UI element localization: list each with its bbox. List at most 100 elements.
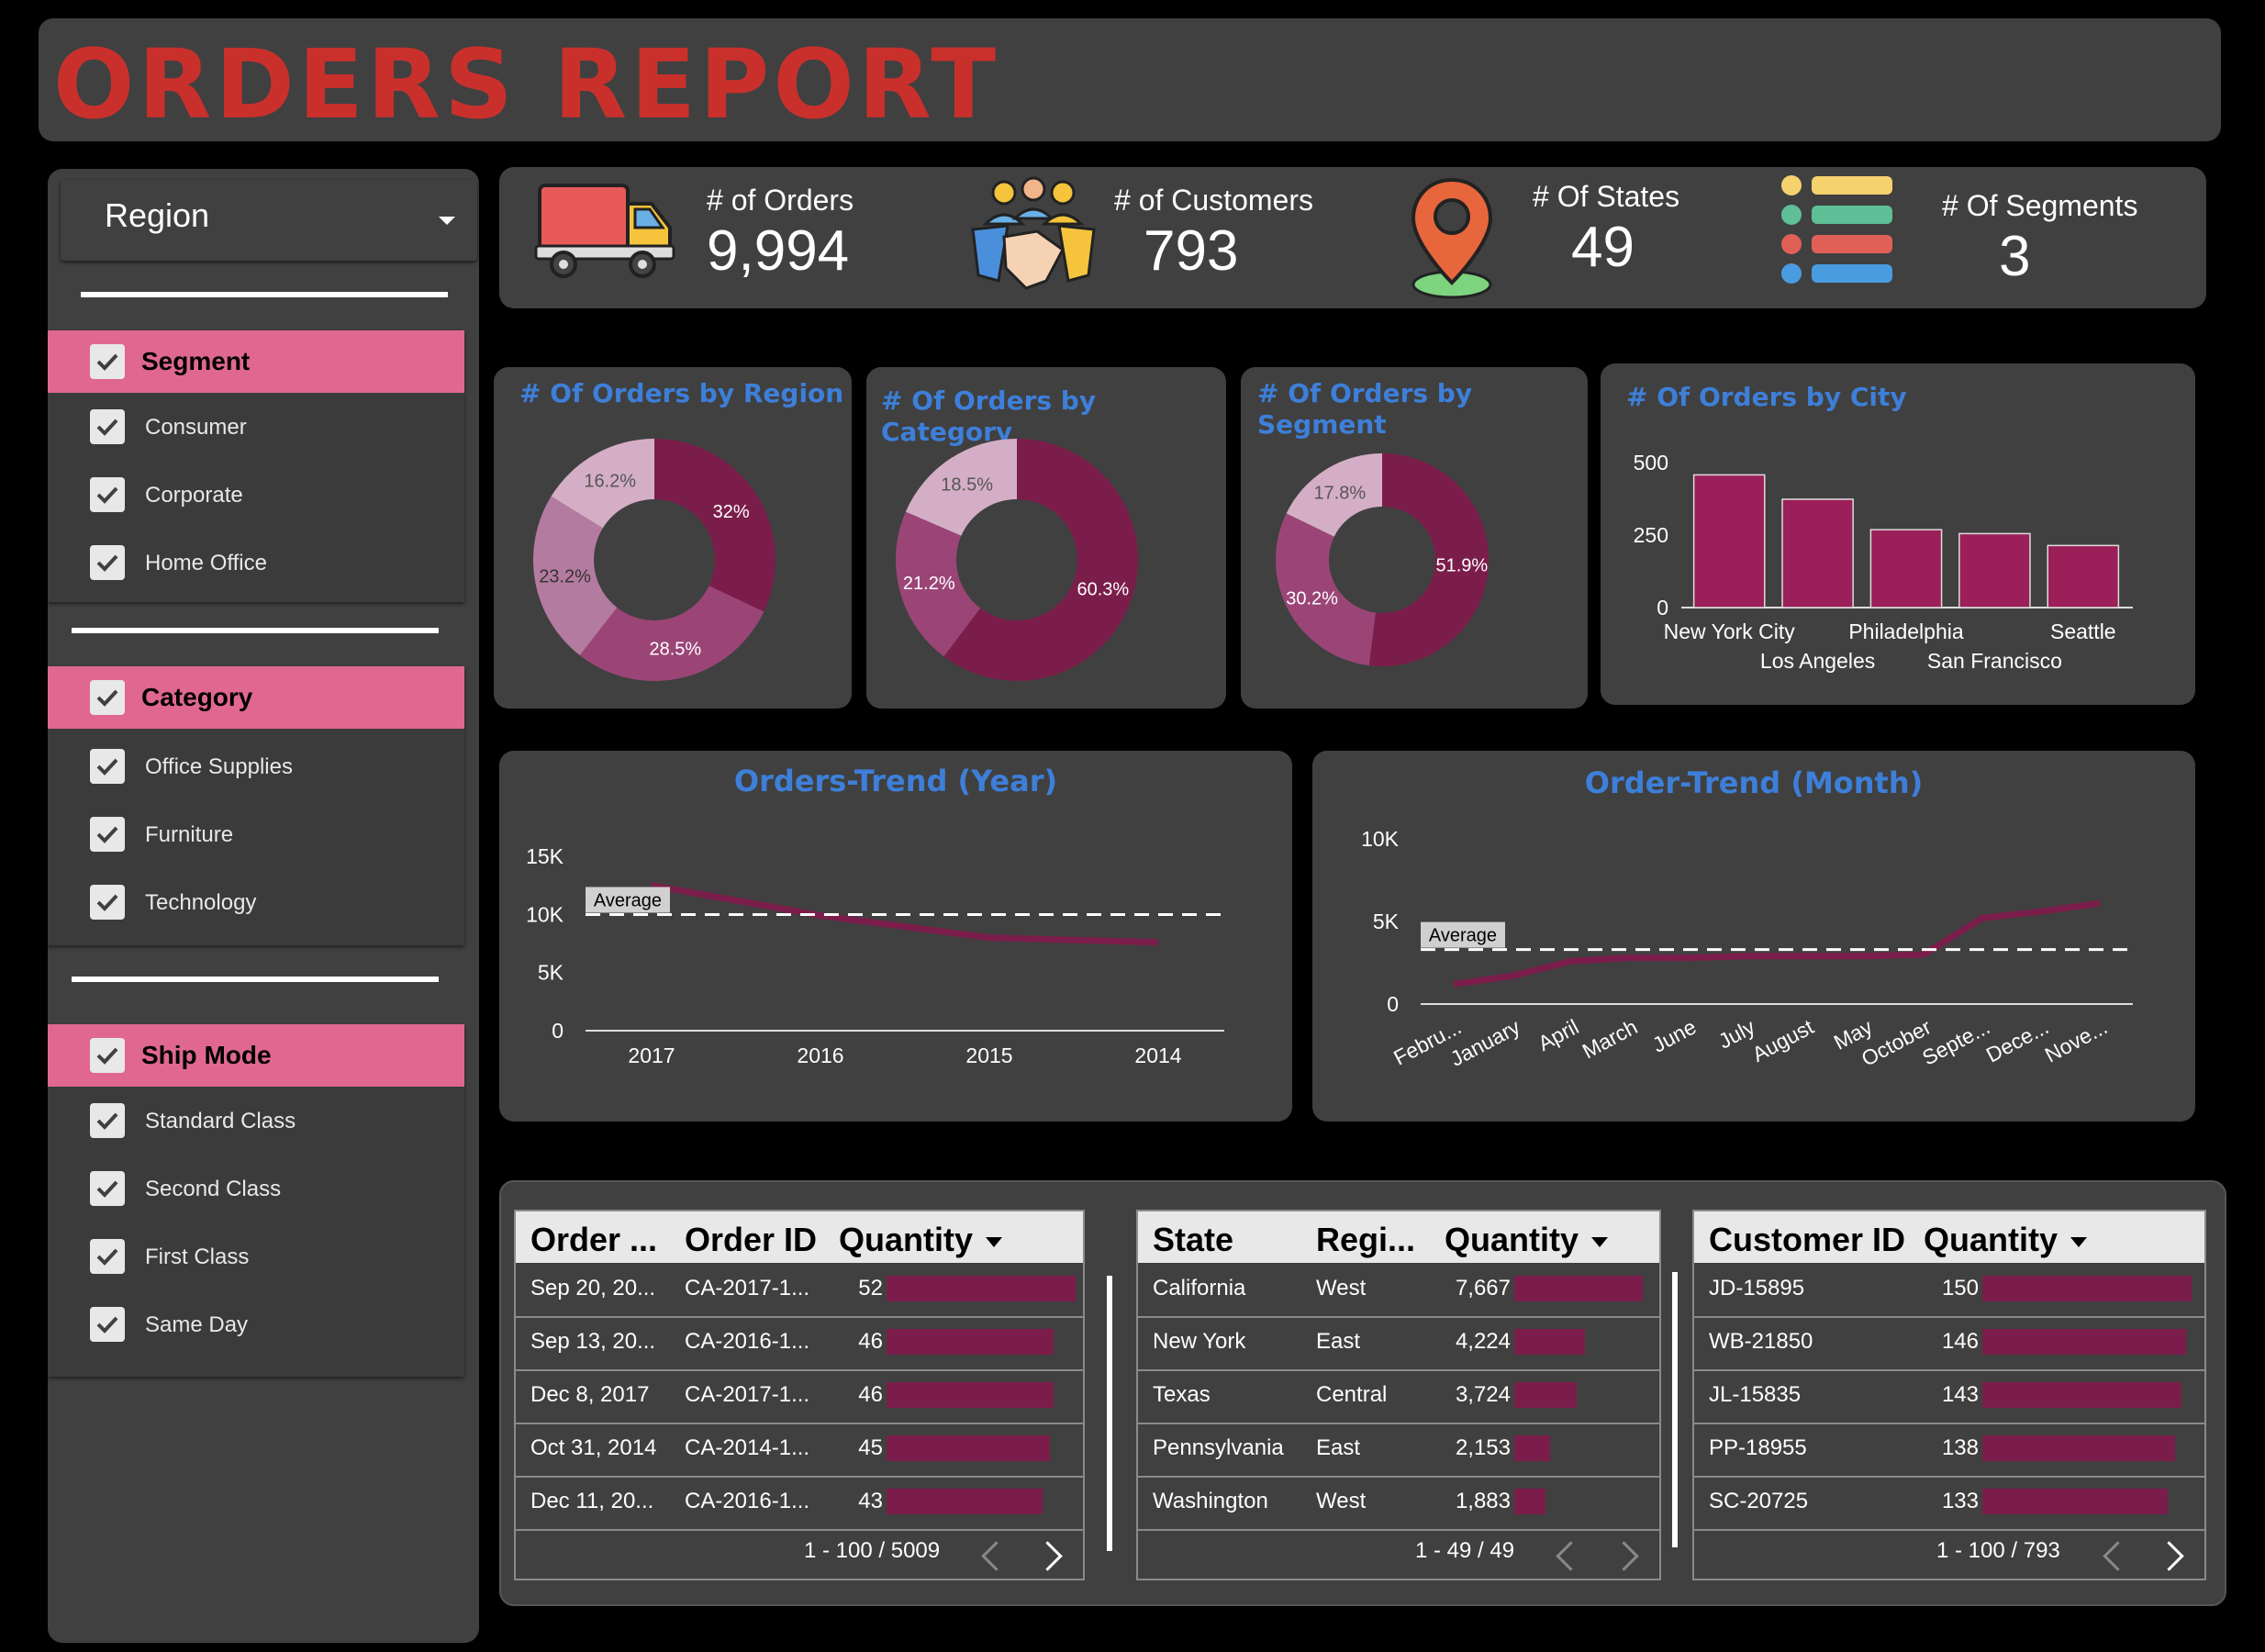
filter-header-label: Segment: [141, 347, 251, 375]
table-row[interactable]: SC-20725 133: [1694, 1476, 2204, 1531]
checkbox-checked-icon[interactable]: [90, 1239, 125, 1274]
checkbox-checked-icon[interactable]: [90, 477, 125, 512]
quantity-value: 3,724: [1455, 1382, 1511, 1407]
checkbox-checked-icon[interactable]: [90, 409, 125, 444]
order-id-cell: CA-2017-1...: [685, 1382, 810, 1407]
next-page-icon[interactable]: [2154, 1541, 2184, 1571]
column-region[interactable]: Regi...: [1316, 1221, 1415, 1259]
month-trend-chart: 05K10KAverageFebru...January AprilMarch Ju…: [1361, 827, 2133, 1071]
quantity-value: 146: [1941, 1329, 1979, 1354]
order-date-cell: Dec 8, 2017: [530, 1382, 650, 1407]
table-row[interactable]: New York East 4,224: [1138, 1316, 1659, 1371]
column-state[interactable]: State: [1153, 1221, 1233, 1259]
filter-option[interactable]: Second Class: [48, 1169, 464, 1221]
slice-label: 32%: [713, 502, 750, 522]
checkbox-checked-icon[interactable]: [90, 885, 125, 920]
prev-page-icon[interactable]: [1556, 1541, 1586, 1571]
bar[interactable]: [2047, 544, 2120, 608]
checkbox-checked-icon[interactable]: [90, 344, 125, 379]
column-order-id[interactable]: Order ID: [685, 1221, 817, 1259]
segment-filter-header[interactable]: Segment: [48, 330, 464, 393]
filter-option[interactable]: Same Day: [48, 1305, 464, 1356]
donut-slice[interactable]: [654, 439, 775, 612]
table-row[interactable]: JD-15895 150: [1694, 1263, 2204, 1318]
table-row[interactable]: Sep 13, 20... CA-2016-1... 46: [516, 1316, 1083, 1371]
table-row[interactable]: Oct 31, 2014 CA-2014-1... 45: [516, 1423, 1083, 1478]
table-row[interactable]: Dec 8, 2017 CA-2017-1... 46: [516, 1369, 1083, 1424]
slice-label: 30.2%: [1286, 589, 1338, 609]
slice-label: 17.8%: [1313, 483, 1366, 503]
checkbox-checked-icon[interactable]: [90, 1171, 125, 1206]
y-tick-label: 10K: [1361, 827, 1400, 851]
quantity-bar: [1514, 1276, 1643, 1301]
checkbox-checked-icon[interactable]: [90, 1038, 125, 1073]
x-tick-label: Dece...: [1982, 1014, 2053, 1066]
divider: [81, 292, 448, 297]
filter-option[interactable]: Standard Class: [48, 1101, 464, 1153]
next-page-icon[interactable]: [1609, 1541, 1639, 1571]
table-row[interactable]: Sep 20, 20... CA-2017-1... 52: [516, 1263, 1083, 1318]
checkbox-checked-icon[interactable]: [90, 680, 125, 715]
prev-page-icon[interactable]: [2103, 1541, 2133, 1571]
filter-option[interactable]: Office Supplies: [48, 747, 464, 798]
column-customer-id[interactable]: Customer ID: [1709, 1221, 1905, 1259]
filter-option[interactable]: Furniture: [48, 815, 464, 866]
next-page-icon[interactable]: [1032, 1541, 1063, 1571]
quantity-bar: [1982, 1489, 2168, 1514]
customers-table: Customer ID Quantity JD-15895 150 WB-21850…: [1692, 1210, 2206, 1580]
segment-chart-panel: # Of Orders by Segment 51.9% 30.2% 17.8%: [1241, 367, 1588, 709]
table-row[interactable]: WB-21850 146: [1694, 1316, 2204, 1371]
column-quantity[interactable]: Quantity: [1445, 1221, 1609, 1259]
table-row[interactable]: Pennsylvania East 2,153: [1138, 1423, 1659, 1478]
filter-option[interactable]: Consumer: [48, 407, 464, 459]
filter-option[interactable]: First Class: [48, 1237, 464, 1289]
order-id-cell: CA-2016-1...: [685, 1329, 810, 1354]
table-row[interactable]: PP-18955 138: [1694, 1423, 2204, 1478]
prev-page-icon[interactable]: [981, 1541, 1011, 1571]
checkbox-checked-icon[interactable]: [90, 1103, 125, 1138]
table-row[interactable]: JL-15835 143: [1694, 1369, 2204, 1424]
table-row[interactable]: Dec 11, 20... CA-2016-1... 43: [516, 1476, 1083, 1531]
checkbox-checked-icon[interactable]: [90, 749, 125, 784]
divider: [1107, 1276, 1112, 1551]
quantity-value: 46: [858, 1382, 883, 1407]
filter-option[interactable]: Corporate: [48, 475, 464, 527]
bar[interactable]: [1692, 474, 1766, 608]
quantity-value: 7,667: [1455, 1276, 1511, 1300]
checkbox-checked-icon[interactable]: [90, 1307, 125, 1342]
region-chart-panel: # Of Orders by Region 32% 28.5% 23.2% 16.2%: [494, 367, 852, 709]
table-header: Customer ID Quantity: [1694, 1211, 2204, 1263]
bar[interactable]: [1869, 529, 1943, 608]
x-tick-label: Los Angeles: [1760, 649, 1875, 673]
state-cell: Washington: [1153, 1489, 1268, 1513]
region-dropdown[interactable]: Region: [61, 180, 477, 261]
ship-mode-filter-header[interactable]: Ship Mode: [48, 1024, 464, 1087]
filter-option[interactable]: Home Office: [48, 543, 464, 595]
column-quantity[interactable]: Quantity: [839, 1221, 1003, 1259]
column-order-date[interactable]: Order ...: [530, 1221, 657, 1259]
checkbox-checked-icon[interactable]: [90, 545, 125, 580]
column-quantity[interactable]: Quantity: [1924, 1221, 2088, 1259]
state-cell: New York: [1153, 1329, 1246, 1354]
x-tick-label: August: [1748, 1014, 1818, 1066]
filter-option-label: Consumer: [145, 415, 247, 440]
bar[interactable]: [1958, 532, 2031, 608]
trend-line[interactable]: [1453, 899, 2101, 988]
order-date-cell: Sep 20, 20...: [530, 1276, 656, 1300]
filter-option[interactable]: Technology: [48, 883, 464, 934]
checkbox-checked-icon[interactable]: [90, 817, 125, 852]
table-row[interactable]: Washington West 1,883: [1138, 1476, 1659, 1531]
category-donut-chart: 60.3% 21.2% 18.5%: [896, 439, 1138, 681]
sort-desc-icon: [986, 1236, 1003, 1247]
region-cell: East: [1316, 1435, 1361, 1460]
table-row[interactable]: Texas Central 3,724: [1138, 1369, 1659, 1424]
state-cell: California: [1153, 1276, 1246, 1300]
x-tick-label: Seattle: [2050, 620, 2116, 643]
filter-option-label: Same Day: [145, 1312, 249, 1337]
quantity-value: 1,883: [1455, 1489, 1511, 1513]
list-icon: [1780, 174, 1896, 292]
table-row[interactable]: California West 7,667: [1138, 1263, 1659, 1318]
bar[interactable]: [1781, 498, 1854, 608]
category-filter-header[interactable]: Category: [48, 666, 464, 729]
quantity-bar: [887, 1382, 1054, 1408]
